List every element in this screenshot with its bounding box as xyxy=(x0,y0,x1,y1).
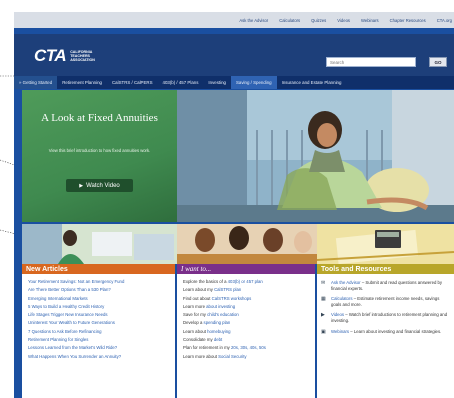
top-link[interactable]: Calculators xyxy=(279,18,300,23)
i-want-to-item: Consolidate my debt xyxy=(183,336,311,344)
tool-description: Webinars – Learn about investing and fin… xyxy=(331,329,441,335)
i-want-to-link[interactable]: spending plan xyxy=(204,320,231,325)
i-want-to-item: Learn about my CalSTRS plan xyxy=(183,286,311,294)
main-nav: » Getting Started Retirement Planning CalS… xyxy=(14,76,454,89)
video-icon: ▶ xyxy=(321,312,325,319)
top-link[interactable]: Ask the Advisor xyxy=(239,18,268,23)
i-want-to-text: Explore the basics of a xyxy=(183,279,228,284)
hero-photo xyxy=(177,90,454,222)
i-want-to-section: I want to... Explore the basics of a 403… xyxy=(177,264,315,398)
new-articles-heading: New Articles xyxy=(22,264,175,274)
i-want-to-text: Develop a xyxy=(183,320,204,326)
i-want-to-link[interactable]: debt xyxy=(214,337,222,342)
logo-text: California Teachers Association xyxy=(70,49,95,63)
people-photo xyxy=(177,224,317,264)
tools-heading: Tools and Resources xyxy=(317,264,454,274)
i-want-to-link[interactable]: homebuying xyxy=(207,329,230,334)
i-want-to-text: Learn about my xyxy=(183,287,215,293)
hero-panel: A Look at Fixed Annuities View this brie… xyxy=(22,90,177,222)
top-link[interactable]: Videos xyxy=(337,18,350,23)
i-want-to-item: Learn about homebuying xyxy=(183,328,311,336)
i-want-to-text: Consolidate my xyxy=(183,337,214,343)
tool-link[interactable]: Calculators xyxy=(331,296,353,301)
hero-subtitle: View this brief introduction to how fixe… xyxy=(48,148,151,153)
webinar-icon: ▣ xyxy=(321,328,326,335)
i-want-to-text: Learn more xyxy=(183,303,207,309)
article-link[interactable]: Uninterest Your Wealth to Future Generat… xyxy=(28,319,171,327)
cta-logo[interactable]: CTA California Teachers Association xyxy=(34,46,100,66)
nav-item[interactable]: 403(b) / 457 Plans xyxy=(158,76,204,89)
i-want-to-item: Plan for retirement in my 20s, 30s, 40s,… xyxy=(183,344,311,352)
i-want-to-link[interactable]: 20s, 30s, 40s, 50s xyxy=(231,345,266,350)
hero-title: A Look at Fixed Annuities xyxy=(41,112,158,124)
article-link[interactable]: Are There Better Options Than a 530 Plan… xyxy=(28,286,171,294)
nav-item[interactable]: » Getting Started xyxy=(14,76,58,89)
i-want-to-text: Plan for retirement in my xyxy=(183,345,231,351)
tool-description: Calculators – Estimate retirement income… xyxy=(331,296,450,307)
logo-mark: CTA xyxy=(34,46,67,65)
utility-links: Ask the Advisor Calculators Quizzes Videos W… xyxy=(14,12,454,28)
article-link[interactable]: 5 Ways to Build a Healthy Credit History xyxy=(28,303,171,311)
article-link[interactable]: Life Stages Trigger New Insurance Needs xyxy=(28,311,171,319)
i-want-to-item: Find out about CalSTRS workshops xyxy=(183,295,311,303)
nav-item[interactable]: Investing xyxy=(203,76,231,89)
i-want-to-link[interactable]: child's education xyxy=(207,312,239,317)
i-want-to-item: Save for my child's education xyxy=(183,311,311,319)
tools-resources-section: Tools and Resources ✉ Ask the Advisor – S… xyxy=(317,264,454,398)
article-link[interactable]: Emerging International Markets xyxy=(28,295,171,303)
tool-description: Ask the Advisor – Submit and read questi… xyxy=(331,280,450,291)
tool-text: – Watch brief introductions to retiremen… xyxy=(331,312,448,323)
nav-item[interactable]: Retirement Planning xyxy=(57,76,107,89)
i-want-to-text: Find out about xyxy=(183,295,212,301)
new-articles-section: New Articles Your Retirement Savings: No… xyxy=(22,264,175,398)
nav-item[interactable]: Saving / Spending xyxy=(230,76,277,89)
tool-item: ▦ Calculators – Estimate retirement incom… xyxy=(317,296,454,307)
article-link[interactable]: What Happens When You Surrender an Annui… xyxy=(28,353,171,361)
search-input[interactable] xyxy=(326,57,416,67)
i-want-to-item: Learn more about investing xyxy=(183,303,311,311)
tool-link[interactable]: Ask the Advisor xyxy=(331,280,361,285)
watch-video-label: Watch Video xyxy=(86,182,120,189)
i-want-to-item: Learn more about Social Security xyxy=(183,353,311,361)
tool-item: ▣ Webinars – Learn about investing and fi… xyxy=(317,329,454,335)
watch-video-button[interactable]: ▶ Watch Video xyxy=(66,179,133,192)
play-icon: ▶ xyxy=(79,182,84,189)
nav-item[interactable]: CalSTRS / CalPERS xyxy=(107,76,158,89)
i-want-to-link[interactable]: CalSTRS workshops xyxy=(212,296,252,301)
i-want-to-text: Learn about xyxy=(183,328,208,334)
top-link[interactable]: Quizzes xyxy=(311,18,326,23)
article-link[interactable]: Lessons Learned from the Market's Wild R… xyxy=(28,344,171,352)
go-button[interactable]: GO xyxy=(429,57,447,67)
browser-frame: Ask the Advisor Calculators Quizzes Videos W… xyxy=(14,12,454,398)
article-link[interactable]: Your Retirement Savings: Not an Emergenc… xyxy=(28,278,171,286)
tools-photo xyxy=(317,224,454,264)
calculator-icon: ▦ xyxy=(321,296,326,303)
chat-icon: ✉ xyxy=(321,280,326,286)
i-want-to-link[interactable]: about investing xyxy=(206,304,235,309)
i-want-to-text: Save for my xyxy=(183,312,208,318)
i-want-to-heading: I want to... xyxy=(177,264,315,274)
top-link[interactable]: Chapter Resources xyxy=(390,18,426,23)
top-link[interactable]: Webinars xyxy=(361,18,379,23)
site-header: CTA California Teachers Association GO xyxy=(14,34,454,76)
article-link[interactable]: 7 Questions to Ask Before Refinancing xyxy=(28,328,171,336)
i-want-to-link[interactable]: CalSTRS plan xyxy=(214,287,241,292)
i-want-to-item: Explore the basics of a 403(b) or 457 pl… xyxy=(183,278,311,286)
i-want-to-text: Learn more about xyxy=(183,353,219,359)
tool-link[interactable]: Videos xyxy=(331,312,344,317)
tool-item: ▶ Videos – Watch brief introductions to r… xyxy=(317,312,454,323)
article-link[interactable]: Retirement Planning for Singles xyxy=(28,336,171,344)
i-want-to-link[interactable]: 403(b) or 457 plan xyxy=(228,279,263,284)
tool-description: Videos – Watch brief introductions to re… xyxy=(331,312,450,323)
i-want-to-item: Develop a spending plan xyxy=(183,319,311,327)
i-want-to-link[interactable]: Social Security xyxy=(218,354,246,359)
articles-photo xyxy=(22,224,177,264)
tool-link[interactable]: Webinars xyxy=(331,329,349,334)
top-link[interactable]: CTA.org xyxy=(437,18,452,23)
tool-item: ✉ Ask the Advisor – Submit and read quest… xyxy=(317,280,454,291)
tool-text: – Learn about investing and financial st… xyxy=(349,328,442,334)
nav-item[interactable]: Insurance and Estate Planning xyxy=(277,76,347,89)
